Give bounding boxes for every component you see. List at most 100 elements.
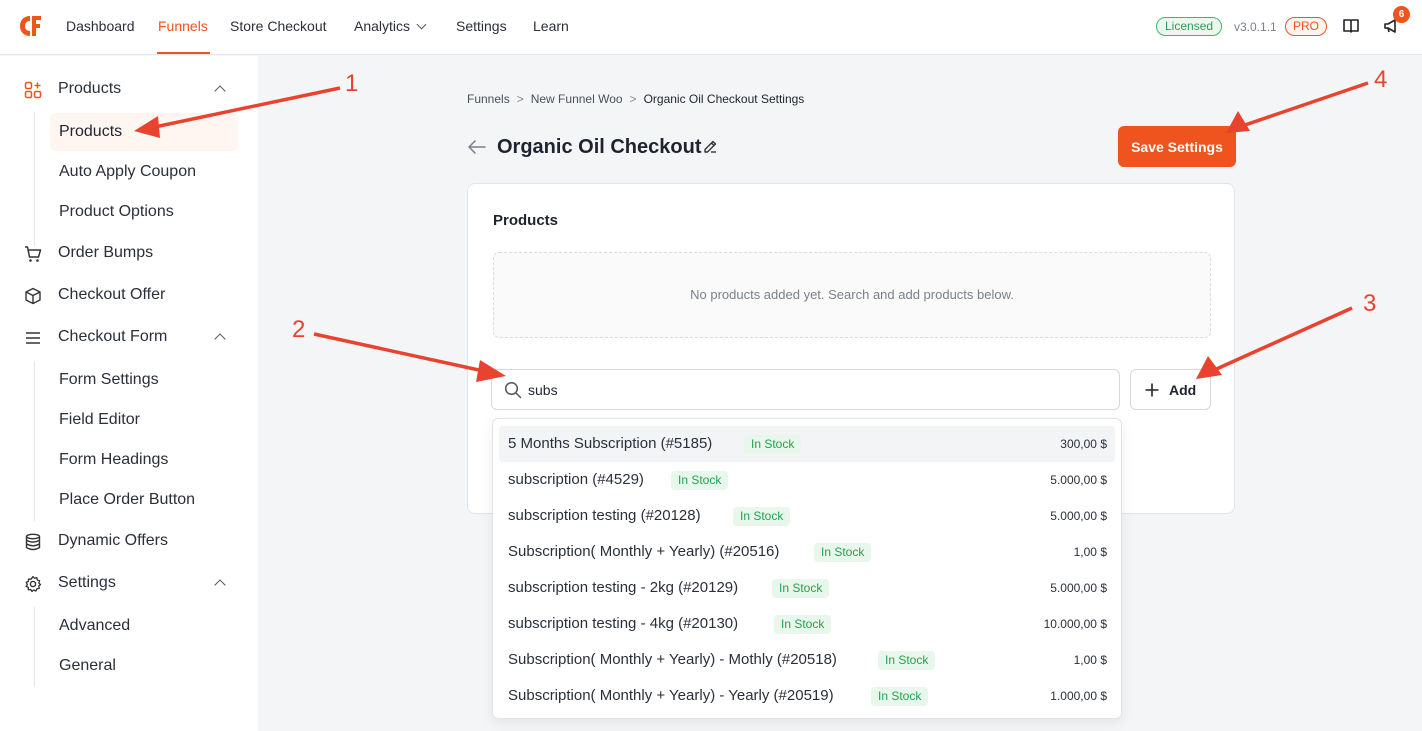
result-row[interactable]: subscription (#4529) In Stock 5.000,00 $: [499, 462, 1115, 498]
sidebar-item-advanced[interactable]: Advanced: [50, 607, 238, 645]
nav-analytics[interactable]: Analytics: [354, 18, 427, 34]
stock-badge: In Stock: [814, 543, 872, 562]
search-results-dropdown: 5 Months Subscription (#5185) In Stock 3…: [492, 418, 1122, 719]
sidebar-item-place-order-button[interactable]: Place Order Button: [50, 481, 238, 519]
cart-icon: [25, 246, 42, 262]
book-icon[interactable]: [1342, 17, 1360, 35]
sidebar-group-checkout-offer[interactable]: Checkout Offer: [0, 278, 258, 314]
products-grid-icon: [24, 81, 42, 99]
breadcrumb-funnels[interactable]: Funnels: [467, 92, 510, 106]
sidebar-group-settings[interactable]: Settings: [0, 566, 258, 602]
breadcrumb-funnel[interactable]: New Funnel Woo: [531, 92, 623, 106]
chevron-up-icon: [214, 85, 226, 97]
sidebar-group-label: Products: [58, 80, 122, 97]
sidebar-item-form-settings[interactable]: Form Settings: [50, 361, 238, 399]
annotation-number-4: 4: [1374, 66, 1388, 93]
annotation-number-3: 3: [1363, 290, 1377, 317]
sidebar-item-product-options[interactable]: Product Options: [50, 193, 238, 231]
result-row[interactable]: 5 Months Subscription (#5185) In Stock 3…: [499, 426, 1115, 462]
top-bar: Dashboard Funnels Store Checkout Analyti…: [0, 0, 1422, 55]
empty-products-box: No products added yet. Search and add pr…: [493, 252, 1211, 338]
annotation-number-1: 1: [345, 70, 359, 97]
add-product-button[interactable]: Add: [1130, 369, 1211, 410]
nav-funnels[interactable]: Funnels: [158, 18, 208, 34]
submenu-line: [34, 361, 35, 521]
sidebar-item-label: Auto Apply Coupon: [59, 163, 196, 180]
licensed-badge: Licensed: [1156, 17, 1223, 36]
sidebar-group-label: Checkout Offer: [58, 286, 166, 303]
sidebar-item-auto-apply-coupon[interactable]: Auto Apply Coupon: [50, 153, 238, 191]
result-row[interactable]: Subscription( Monthly + Yearly) - Yearly…: [499, 678, 1115, 714]
cartflows-logo-icon[interactable]: [16, 12, 44, 40]
breadcrumb-separator: >: [629, 92, 637, 106]
result-name: subscription (#4529): [508, 471, 644, 488]
back-arrow-icon[interactable]: [467, 138, 487, 156]
sidebar-item-field-editor[interactable]: Field Editor: [50, 401, 238, 439]
add-button-label: Add: [1169, 382, 1197, 398]
result-name: 5 Months Subscription (#5185): [508, 435, 713, 452]
sidebar-item-label: Form Settings: [59, 371, 159, 388]
result-name: Subscription( Monthly + Yearly) (#20516): [508, 543, 780, 560]
sidebar-item-label: General: [59, 657, 116, 674]
page-title: Organic Oil Checkout: [497, 136, 702, 158]
save-settings-button[interactable]: Save Settings: [1118, 126, 1236, 167]
stock-badge: In Stock: [733, 507, 791, 526]
gear-icon: [25, 575, 42, 593]
sidebar-item-form-headings[interactable]: Form Headings: [50, 441, 238, 479]
sidebar-group-label: Settings: [58, 574, 116, 591]
edit-pencil-icon[interactable]: [703, 139, 718, 154]
pro-badge: PRO: [1285, 17, 1328, 36]
nav-learn[interactable]: Learn: [533, 18, 569, 34]
sidebar-item-products[interactable]: Products: [50, 113, 238, 151]
result-row[interactable]: Subscription( Monthly + Yearly) - Mothly…: [499, 642, 1115, 678]
result-price: 300,00 $: [1060, 437, 1107, 451]
sidebar-group-order-bumps[interactable]: Order Bumps: [0, 236, 258, 272]
result-price: 5.000,00 $: [1050, 473, 1107, 487]
notification-count-badge: 6: [1393, 6, 1410, 23]
stock-badge: In Stock: [774, 615, 832, 634]
search-icon: [504, 381, 522, 399]
result-price: 1.000,00 $: [1050, 689, 1107, 703]
result-price: 5.000,00 $: [1050, 509, 1107, 523]
search-input[interactable]: [528, 379, 1098, 401]
plus-icon: [1145, 383, 1159, 397]
sidebar-group-products[interactable]: Products: [0, 72, 258, 108]
sidebar-item-label: Form Headings: [59, 451, 169, 468]
sidebar: Products Products Auto Apply Coupon Prod…: [0, 56, 258, 731]
stock-badge: In Stock: [744, 435, 802, 454]
box-icon: [25, 287, 41, 305]
version-label: v3.0.1.1: [1234, 20, 1277, 34]
empty-state-text: No products added yet. Search and add pr…: [690, 287, 1014, 302]
result-price: 10.000,00 $: [1043, 617, 1107, 631]
nav-settings[interactable]: Settings: [456, 18, 507, 34]
result-row[interactable]: subscription testing - 4kg (#20130) In S…: [499, 606, 1115, 642]
nav-store-checkout[interactable]: Store Checkout: [230, 18, 327, 34]
result-row[interactable]: subscription testing - 2kg (#20129) In S…: [499, 570, 1115, 606]
sidebar-group-label: Order Bumps: [58, 244, 154, 261]
breadcrumb: Funnels > New Funnel Woo > Organic Oil Check…: [467, 92, 804, 106]
chevron-up-icon: [214, 333, 226, 345]
menu-lines-icon: [26, 332, 40, 344]
nav-dashboard[interactable]: Dashboard: [66, 18, 135, 34]
annotation-arrow-4: [1226, 81, 1369, 133]
chevron-up-icon: [214, 579, 226, 591]
result-name: subscription testing - 2kg (#20129): [508, 579, 739, 596]
product-search-field[interactable]: [491, 369, 1120, 410]
database-icon: [25, 533, 41, 551]
chevron-down-icon: [416, 19, 427, 30]
nav-analytics-label: Analytics: [354, 18, 411, 34]
sidebar-group-dynamic-offers[interactable]: Dynamic Offers: [0, 524, 258, 560]
sidebar-item-label: Product Options: [59, 203, 174, 220]
submenu-line: [34, 112, 35, 246]
stock-badge: In Stock: [878, 651, 936, 670]
sidebar-item-label: Advanced: [59, 617, 131, 634]
annotation-number-2: 2: [292, 316, 306, 343]
result-name: subscription testing - 4kg (#20130): [508, 615, 739, 632]
result-name: subscription testing (#20128): [508, 507, 701, 524]
result-row[interactable]: Subscription( Monthly + Yearly) (#20516)…: [499, 534, 1115, 570]
sidebar-item-general[interactable]: General: [50, 647, 238, 685]
stock-badge: In Stock: [871, 687, 929, 706]
sidebar-group-checkout-form[interactable]: Checkout Form: [0, 320, 258, 356]
sidebar-group-label: Checkout Form: [58, 328, 168, 345]
result-row[interactable]: subscription testing (#20128) In Stock 5…: [499, 498, 1115, 534]
